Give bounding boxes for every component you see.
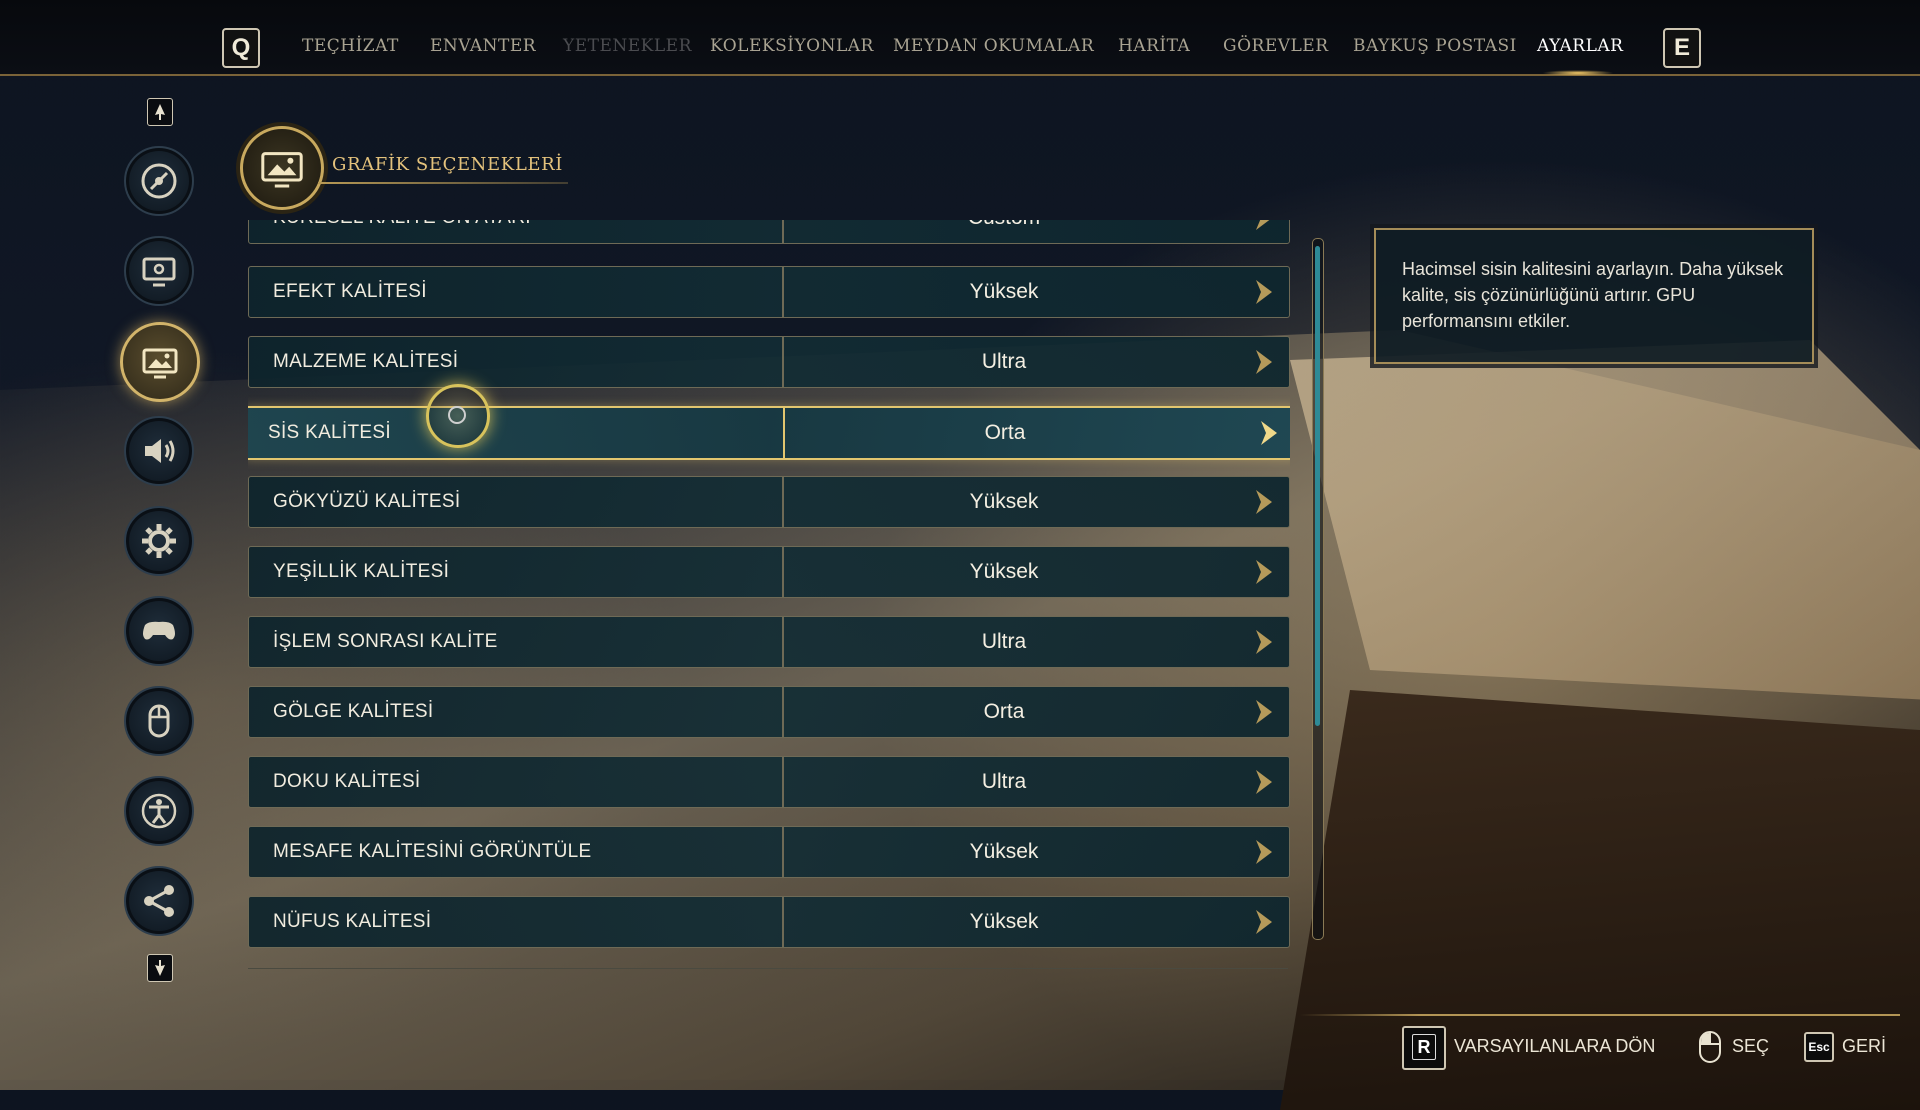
tab-envanter[interactable]: ENVANTER (430, 36, 536, 56)
setting-row-material-quality[interactable]: MALZEME KALİTESİ Ultra (248, 336, 1290, 388)
setting-value: Yüksek (969, 910, 1039, 933)
prev-tab-key[interactable]: Q (222, 28, 260, 68)
sidebar-scroll-up-button[interactable] (147, 98, 173, 126)
chevron-right-icon[interactable] (1253, 558, 1275, 586)
settings-scrollbar-thumb[interactable] (1315, 246, 1320, 726)
tab-yetenekler: YETENEKLER (563, 36, 692, 56)
section-title-underline (318, 182, 568, 184)
setting-row-shadow-quality[interactable]: GÖLGE KALİTESİ Orta (248, 686, 1290, 738)
select-button[interactable]: SEÇ (1732, 1036, 1769, 1057)
chevron-right-icon[interactable] (1253, 278, 1275, 306)
sidebar-item-display[interactable] (124, 236, 194, 306)
sidebar-item-audio[interactable] (124, 416, 194, 486)
monitor-settings-icon (142, 257, 176, 287)
setting-row-view-distance-quality[interactable]: MESAFE KALİTESİNİ GÖRÜNTÜLE Yüksek (248, 826, 1290, 878)
reset-defaults-button[interactable]: VARSAYILANLARA DÖN (1454, 1036, 1655, 1057)
tab-gorevler[interactable]: GÖREVLER (1223, 36, 1329, 56)
next-tab-key[interactable]: E (1663, 28, 1701, 68)
cursor-reticle (426, 384, 490, 448)
book-page-background (1290, 340, 1920, 700)
chevron-right-icon[interactable] (1253, 698, 1275, 726)
tab-techizat[interactable]: TEÇHİZAT (302, 36, 399, 56)
chevron-right-icon[interactable] (1253, 488, 1275, 516)
esc-key-icon[interactable]: Esc (1804, 1032, 1834, 1062)
top-navigation-bar: Q TEÇHİZAT ENVANTER YETENEKLER KOLEKSİYO… (0, 0, 1920, 76)
setting-value: Ultra (981, 350, 1027, 373)
sidebar-item-general[interactable] (124, 506, 194, 576)
chevron-right-icon[interactable] (1253, 220, 1275, 232)
setting-value: Custom (784, 220, 1224, 230)
chevron-right-icon[interactable] (1258, 419, 1280, 447)
active-tab-indicator (1542, 70, 1614, 76)
setting-label: SİS KALİTESİ (268, 422, 391, 443)
setting-row-sky-quality[interactable]: GÖKYÜZÜ KALİTESİ Yüksek (248, 476, 1290, 528)
accessibility-icon (141, 793, 177, 829)
setting-label: NÜFUS KALİTESİ (273, 911, 432, 932)
gear-icon (142, 524, 176, 558)
sidebar-item-social[interactable] (124, 866, 194, 936)
list-bottom-divider (248, 968, 1288, 969)
graphics-image-icon (261, 152, 303, 188)
chevron-right-icon[interactable] (1253, 838, 1275, 866)
setting-value: Yüksek (969, 560, 1039, 583)
setting-label: GÖKYÜZÜ KALİTESİ (273, 491, 461, 512)
arrow-up-icon (155, 104, 165, 120)
gamepad-icon (143, 621, 175, 640)
setting-label: KÜRESEL KALİTE ÖN AYARI (273, 220, 531, 229)
arrow-down-icon (155, 960, 165, 976)
setting-label: İŞLEM SONRASI KALİTE (273, 631, 498, 652)
tab-meydan-okumalar[interactable]: MEYDAN OKUMALAR (893, 36, 1094, 56)
settings-list: KÜRESEL KALİTE ÖN AYARI Custom EFEKT KAL… (248, 220, 1290, 970)
setting-value: Yüksek (969, 840, 1039, 863)
setting-value: Orta (983, 700, 1025, 723)
tab-harita[interactable]: HARİTA (1118, 36, 1190, 56)
tab-koleksiyonlar[interactable]: KOLEKSİYONLAR (710, 36, 874, 56)
setting-row-texture-quality[interactable]: DOKU KALİTESİ Ultra (248, 756, 1290, 808)
setting-value: Ultra (981, 630, 1027, 653)
sidebar-item-game[interactable] (124, 146, 194, 216)
setting-label: DOKU KALİTESİ (273, 771, 421, 792)
mouse-click-icon (1699, 1031, 1721, 1063)
speaker-icon (145, 439, 175, 463)
mouse-icon (148, 704, 170, 738)
setting-row-effect-quality[interactable]: EFEKT KALİTESİ Yüksek (248, 266, 1290, 318)
setting-label: EFEKT KALİTESİ (273, 281, 427, 302)
sidebar-item-mouse-keyboard[interactable] (124, 686, 194, 756)
section-title: GRAFİK SEÇENEKLERİ (332, 154, 563, 175)
tab-baykus-postasi[interactable]: BAYKUŞ POSTASI (1353, 36, 1517, 56)
setting-value: Yüksek (969, 280, 1039, 303)
footer-divider (1300, 1014, 1900, 1016)
sidebar-item-graphics[interactable] (120, 322, 200, 402)
sidebar-item-controller[interactable] (124, 596, 194, 666)
setting-row-global-preset[interactable]: KÜRESEL KALİTE ÖN AYARI Custom (248, 220, 1290, 244)
setting-value: Yüksek (969, 490, 1039, 513)
section-emblem (240, 126, 324, 210)
setting-value: Ultra (981, 770, 1027, 793)
disc-icon (141, 163, 177, 199)
chevron-right-icon[interactable] (1253, 908, 1275, 936)
sidebar-scroll-down-button[interactable] (147, 954, 173, 982)
setting-label: GÖLGE KALİTESİ (273, 701, 434, 722)
setting-label: MESAFE KALİTESİNİ GÖRÜNTÜLE (273, 841, 592, 862)
setting-row-fog-quality[interactable]: SİS KALİTESİ Orta (248, 406, 1290, 460)
setting-row-post-process-quality[interactable]: İŞLEM SONRASI KALİTE Ultra (248, 616, 1290, 668)
chevron-right-icon[interactable] (1253, 768, 1275, 796)
setting-label: MALZEME KALİTESİ (273, 351, 459, 372)
setting-row-foliage-quality[interactable]: YEŞİLLİK KALİTESİ Yüksek (248, 546, 1290, 598)
share-network-icon (144, 885, 174, 917)
graphics-image-icon (142, 348, 178, 379)
chevron-right-icon[interactable] (1253, 348, 1275, 376)
setting-value: Orta (984, 421, 1026, 444)
reset-key-icon[interactable]: R (1402, 1026, 1446, 1070)
chevron-right-icon[interactable] (1253, 628, 1275, 656)
setting-description-panel: Hacimsel sisin kalitesini ayarlayın. Dah… (1374, 228, 1814, 364)
sidebar-item-accessibility[interactable] (124, 776, 194, 846)
setting-row-population-quality[interactable]: NÜFUS KALİTESİ Yüksek (248, 896, 1290, 948)
tab-ayarlar[interactable]: AYARLAR (1537, 36, 1623, 56)
back-button[interactable]: GERİ (1842, 1036, 1886, 1057)
setting-description-text: Hacimsel sisin kalitesini ayarlayın. Dah… (1402, 259, 1784, 331)
setting-label: YEŞİLLİK KALİTESİ (273, 561, 450, 582)
